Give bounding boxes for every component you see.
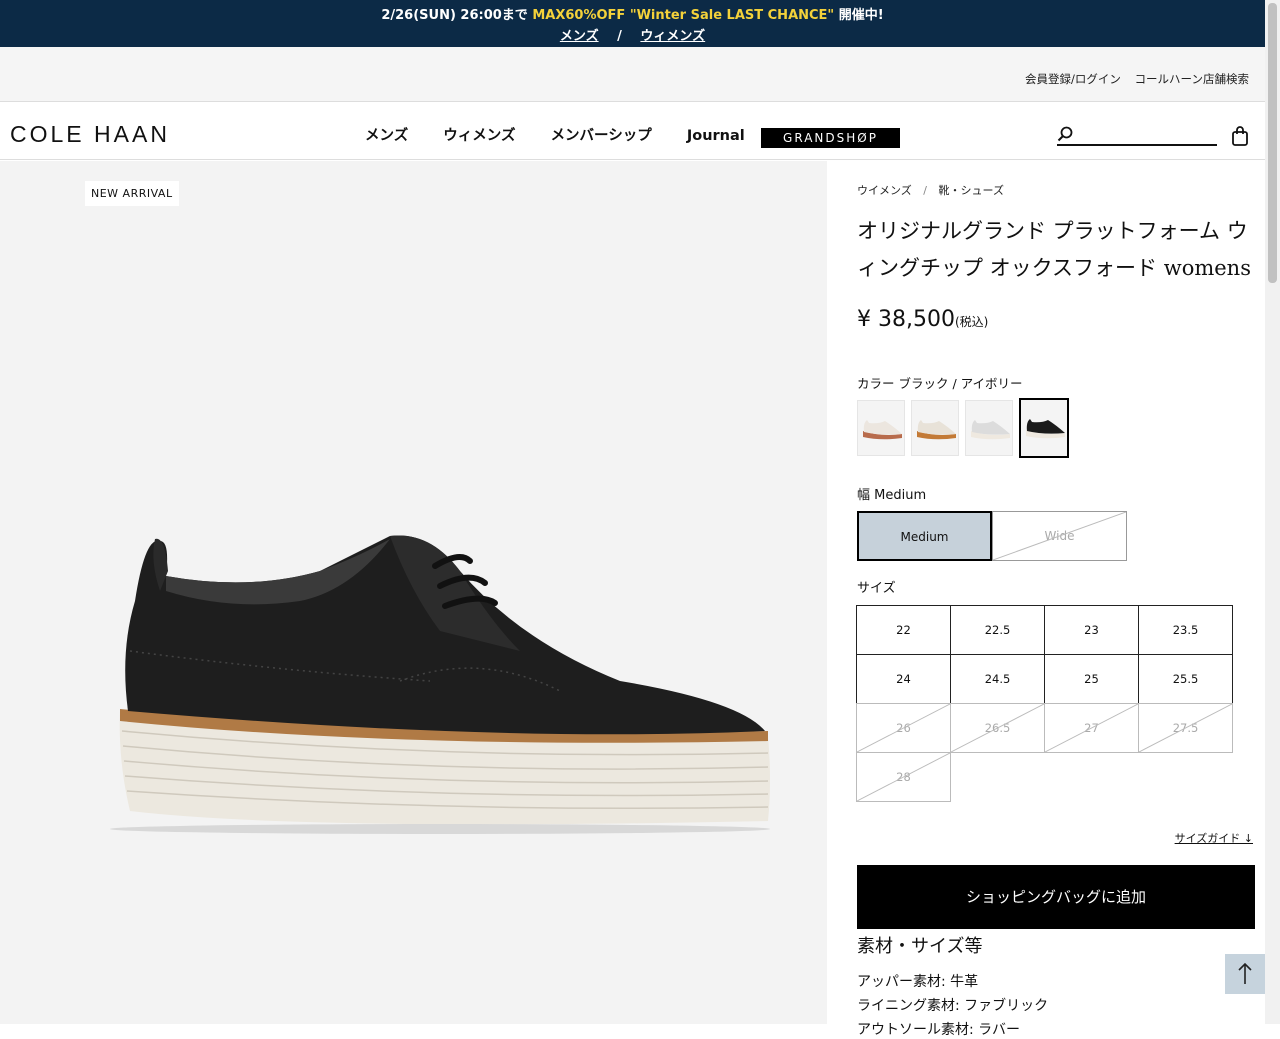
size-option[interactable]: 25 [1044, 654, 1139, 704]
promo-highlight: MAX60%OFF "Winter Sale LAST CHANCE" [532, 8, 835, 23]
search-bar [1057, 124, 1217, 146]
search-input[interactable] [1079, 124, 1214, 144]
scrollbar-thumb[interactable] [1268, 3, 1277, 283]
promo-link-womens[interactable]: ウィメンズ [640, 29, 705, 44]
spec-heading: 素材・サイズ等 [857, 936, 983, 957]
color-swatch-ivory-tan[interactable] [911, 400, 959, 456]
price-value: ¥ 38,500 [857, 307, 955, 332]
page-scrollbar[interactable] [1265, 0, 1280, 1024]
spec-upper: アッパー素材: 牛革 [857, 974, 979, 990]
arrow-up-icon [1238, 962, 1252, 984]
size-option[interactable]: 22.5 [950, 605, 1045, 655]
unavailable-slash [1045, 704, 1138, 752]
size-option[interactable]: 27 [1044, 703, 1139, 753]
nav-item-journal[interactable]: Journal [687, 128, 745, 144]
size-option[interactable]: 27.5 [1138, 703, 1233, 753]
breadcrumb-shoes[interactable]: 靴・シューズ [939, 184, 1004, 197]
size-option[interactable]: 26 [856, 703, 951, 753]
size-label: サイズ [857, 581, 896, 596]
product-gallery: NEW ARRIVAL [0, 161, 827, 1024]
promo-banner: 2/26(SUN) 26:00まで MAX60%OFF "Winter Sale… [0, 0, 1265, 47]
nav-item-mens[interactable]: メンズ [365, 124, 408, 145]
store-search-link[interactable]: コールハーン店舗検索 [1135, 72, 1249, 86]
width-option-wide[interactable]: Wide [992, 511, 1127, 561]
promo-suffix: 開催中! [838, 8, 884, 23]
promo-line: 2/26(SUN) 26:00まで MAX60%OFF "Winter Sale… [0, 4, 1265, 23]
spec-lining: ライニング素材: ファブリック [857, 998, 1049, 1014]
brand-logo[interactable]: COLE HAAN [10, 121, 170, 148]
size-option[interactable]: 24 [856, 654, 951, 704]
main-header: COLE HAAN メンズ ウィメンズ メンバーシップ Journal GRAN… [0, 102, 1265, 160]
color-swatch-black-ivory[interactable] [1019, 398, 1069, 458]
unavailable-slash [857, 704, 950, 752]
unavailable-slash [993, 512, 1126, 560]
nav-item-womens[interactable]: ウィメンズ [443, 124, 515, 145]
color-swatch-silver-grey[interactable] [965, 400, 1013, 456]
color-label: カラー ブラック / アイボリー [857, 376, 1023, 391]
nav-item-membership[interactable]: メンバーシップ [551, 124, 652, 145]
swatch-shoe-image [863, 420, 902, 440]
main-nav: メンズ ウィメンズ メンバーシップ Journal [365, 124, 775, 145]
size-option[interactable]: 26.5 [950, 703, 1045, 753]
spec-outsole: アウトソール素材: ラバー [857, 1022, 1021, 1038]
product-price: ¥ 38,500(税込) [857, 307, 988, 332]
breadcrumb-separator: / [923, 184, 927, 197]
grandshop-button[interactable]: GRANDSHØP [761, 128, 900, 148]
size-option[interactable]: 23 [1044, 605, 1139, 655]
size-option[interactable]: 23.5 [1138, 605, 1233, 655]
back-to-top-button[interactable] [1225, 954, 1265, 994]
size-option[interactable]: 22 [856, 605, 951, 655]
swatch-shoe-image [917, 420, 956, 440]
promo-date: 2/26(SUN) 26:00まで [381, 8, 528, 23]
size-option[interactable]: 28 [856, 752, 951, 802]
promo-link-mens[interactable]: メンズ [560, 29, 599, 44]
new-arrival-badge: NEW ARRIVAL [85, 181, 179, 206]
unavailable-slash [857, 753, 950, 801]
search-icon[interactable] [1057, 126, 1073, 142]
utility-bar: 会員登録/ログイン コールハーン店舗検索 [0, 47, 1265, 102]
promo-links: メンズ / ウィメンズ [0, 25, 1265, 44]
product-title: オリジナルグランド プラットフォーム ウィングチップ オックスフォード wome… [857, 219, 1251, 280]
product-image[interactable] [100, 531, 780, 841]
size-guide-link[interactable]: サイズガイド ↓ [1175, 830, 1253, 846]
unavailable-slash [1139, 704, 1232, 752]
breadcrumb-womens[interactable]: ウイメンズ [857, 184, 912, 197]
breadcrumb: ウイメンズ / 靴・シューズ [857, 182, 1004, 198]
unavailable-slash [951, 704, 1044, 752]
swatch-shoe-image [971, 420, 1010, 440]
promo-separator: / [617, 29, 622, 44]
width-label: 幅 Medium [857, 488, 927, 503]
shopping-bag-icon[interactable] [1231, 126, 1249, 146]
size-option[interactable]: 25.5 [1138, 654, 1233, 704]
product-detail-panel: ウイメンズ / 靴・シューズ オリジナルグランド プラットフォーム ウィングチッ… [827, 161, 1265, 1038]
login-link[interactable]: 会員登録/ログイン [1025, 72, 1121, 86]
size-option[interactable]: 24.5 [950, 654, 1045, 704]
add-to-bag-button[interactable]: ショッピングバッグに追加 [857, 865, 1255, 929]
price-tax-note: (税込) [954, 315, 989, 329]
color-swatch-ivory-red-sole[interactable] [857, 400, 905, 456]
swatch-shoe-image [1026, 419, 1065, 439]
width-option-medium[interactable]: Medium [857, 511, 992, 561]
